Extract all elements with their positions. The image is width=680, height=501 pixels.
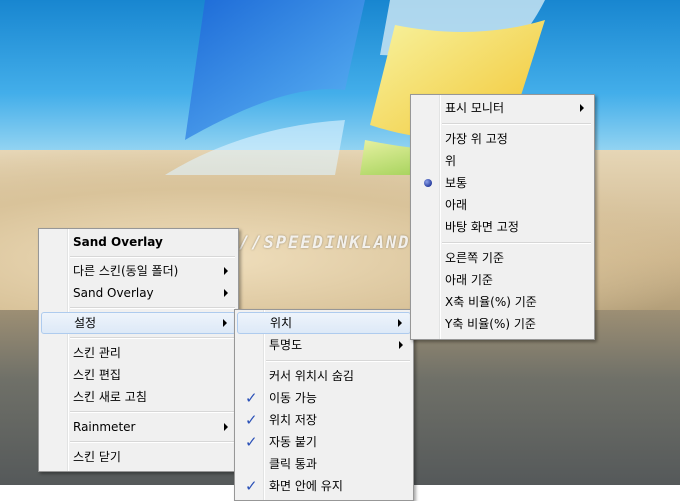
menu-item-bottom[interactable]: 아래: [413, 194, 592, 216]
menu-item-label: 자동 붙기: [269, 435, 317, 449]
checkmark-icon: ✓: [245, 433, 258, 451]
menu-item-hide-on-mouseover[interactable]: 커서 위치시 숨김: [237, 365, 411, 387]
menu-item-click-through[interactable]: 클릭 통과: [237, 453, 411, 475]
menu-item-label: 설정: [74, 316, 97, 330]
settings-submenu: 위치 투명도 커서 위치시 숨김 ✓ 이동 가능 ✓ 위치 저장 ✓ 자동 붙기…: [234, 309, 414, 501]
menu-item-from-right[interactable]: 오른쪽 기준: [413, 247, 592, 269]
submenu-arrow-icon: [224, 289, 228, 297]
menu-item-label: 커서 위치시 숨김: [269, 369, 354, 383]
menu-item-label: 보통: [445, 176, 468, 190]
menu-item-draggable[interactable]: ✓ 이동 가능: [237, 387, 411, 409]
menu-item-label: 스킨 새로 고침: [73, 390, 147, 404]
menu-item-label: 스킨 편집: [73, 368, 121, 382]
submenu-arrow-icon: [580, 104, 584, 112]
menu-item-position[interactable]: 위치: [237, 312, 411, 334]
menu-item-manage-skin[interactable]: 스킨 관리: [41, 342, 236, 364]
menu-separator: [70, 337, 235, 339]
menu-item-label: Y축 비율(%) 기준: [445, 317, 536, 331]
submenu-arrow-icon: [224, 267, 228, 275]
menu-item-rainmeter[interactable]: Rainmeter: [41, 416, 236, 438]
menu-separator: [442, 242, 591, 244]
menu-item-other-skins[interactable]: 다른 스킨(동일 폴더): [41, 260, 236, 282]
menu-item-label: 위치 저장: [269, 413, 317, 427]
menu-item-label: Sand Overlay: [73, 235, 163, 249]
menu-item-label: 아래 기준: [445, 273, 493, 287]
menu-item-label: 다른 스킨(동일 폴더): [73, 264, 179, 278]
submenu-arrow-icon: [224, 423, 228, 431]
menu-item-display-monitor[interactable]: 표시 모니터: [413, 97, 592, 119]
menu-item-label: Rainmeter: [73, 420, 136, 434]
radio-selected-icon: [424, 179, 432, 187]
menu-separator: [70, 307, 235, 309]
menu-item-label: 스킨 관리: [73, 346, 121, 360]
menu-item-on-desktop[interactable]: 바탕 화면 고정: [413, 216, 592, 238]
menu-item-topmost[interactable]: 위: [413, 150, 592, 172]
menu-separator: [70, 441, 235, 443]
menu-item-save-position[interactable]: ✓ 위치 저장: [237, 409, 411, 431]
submenu-arrow-icon: [223, 319, 227, 327]
menu-separator: [70, 411, 235, 413]
menu-item-label: 화면 안에 유지: [269, 479, 343, 493]
menu-item-keep-on-screen[interactable]: ✓ 화면 안에 유지: [237, 475, 411, 497]
menu-item-x-percent[interactable]: X축 비율(%) 기준: [413, 291, 592, 313]
menu-item-label: 가장 위 고정: [445, 132, 508, 146]
menu-item-edit-skin[interactable]: 스킨 편집: [41, 364, 236, 386]
checkmark-icon: ✓: [245, 411, 258, 429]
menu-item-from-bottom[interactable]: 아래 기준: [413, 269, 592, 291]
menu-separator: [266, 360, 410, 362]
menu-item-settings[interactable]: 설정: [41, 312, 236, 334]
menu-item-label: 클릭 통과: [269, 457, 317, 471]
menu-item-label: 위: [445, 154, 457, 168]
checkmark-icon: ✓: [245, 389, 258, 407]
menu-item-y-percent[interactable]: Y축 비율(%) 기준: [413, 313, 592, 335]
menu-item-sand-overlay[interactable]: Sand Overlay: [41, 282, 236, 304]
menu-item-snap-to-edges[interactable]: ✓ 자동 붙기: [237, 431, 411, 453]
menu-item-label: 위치: [270, 316, 293, 330]
position-submenu: 표시 모니터 가장 위 고정 위 보통 아래 바탕 화면 고정 오른쪽 기준 아…: [410, 94, 595, 340]
menu-item-close-skin[interactable]: 스킨 닫기: [41, 446, 236, 468]
menu-item-label: 바탕 화면 고정: [445, 220, 519, 234]
menu-item-label: 투명도: [269, 338, 303, 352]
menu-item-label: 아래: [445, 198, 468, 212]
skin-context-menu: Sand Overlay 다른 스킨(동일 폴더) Sand Overlay 설…: [38, 228, 239, 472]
menu-item-refresh-skin[interactable]: 스킨 새로 고침: [41, 386, 236, 408]
submenu-arrow-icon: [398, 319, 402, 327]
menu-item-stay-topmost[interactable]: 가장 위 고정: [413, 128, 592, 150]
menu-item-label: Sand Overlay: [73, 286, 154, 300]
menu-separator: [442, 123, 591, 125]
checkmark-icon: ✓: [245, 477, 258, 495]
menu-item-label: X축 비율(%) 기준: [445, 295, 537, 309]
menu-item-label: 표시 모니터: [445, 101, 505, 115]
menu-separator: [70, 256, 235, 258]
menu-item-label: 스킨 닫기: [73, 450, 121, 464]
menu-item-label: 이동 가능: [269, 391, 317, 405]
submenu-arrow-icon: [399, 341, 403, 349]
menu-item-label: 오른쪽 기준: [445, 251, 505, 265]
menu-item-normal[interactable]: 보통: [413, 172, 592, 194]
menu-item-skin-name[interactable]: Sand Overlay: [41, 231, 236, 253]
menu-item-transparency[interactable]: 투명도: [237, 334, 411, 356]
